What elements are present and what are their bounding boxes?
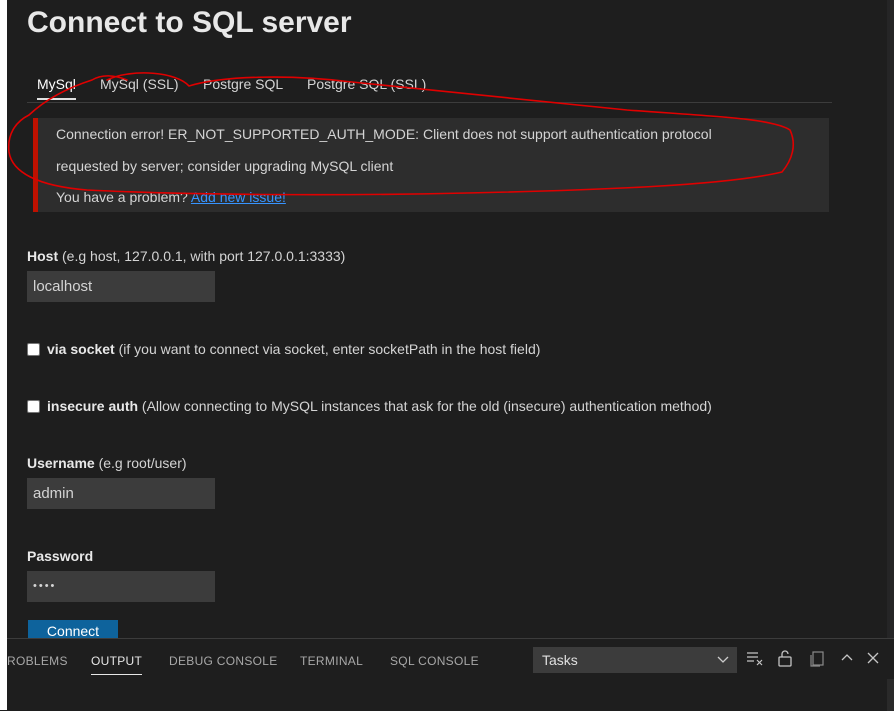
username-input[interactable]: admin [27,478,215,509]
username-label-text: Username [27,455,95,471]
insecure-auth-label: insecure auth (Allow connecting to MySQL… [47,398,712,414]
chevron-down-icon [717,647,729,682]
page-title: Connect to SQL server [27,6,352,39]
username-hint: (e.g root/user) [94,455,187,471]
tab-postgre-sql-ssl[interactable]: Postgre SQL (SSL) [307,76,426,98]
password-label-text: Password [27,548,94,564]
host-input[interactable]: localhost [27,271,215,302]
add-issue-link[interactable]: Add new issue! [191,189,286,205]
error-text-line2: requested by server; consider upgrading … [56,158,394,174]
bottom-panel: ROBLEMS OUTPUT DEBUG CONSOLE TERMINAL SQ… [7,638,894,711]
error-message-box: Connection error! ER_NOT_SUPPORTED_AUTH_… [33,118,829,212]
panel-tab-terminal[interactable]: TERMINAL [300,654,363,668]
insecure-auth-checkbox[interactable] [27,400,40,413]
clear-output-icon[interactable] [745,649,765,669]
connection-page: Connect to SQL server MySql MySql (SSL) … [7,0,887,638]
copy-icon[interactable] [807,649,827,669]
lock-icon[interactable] [775,649,795,669]
host-hint: (e.g host, 127.0.0.1, with port 127.0.0.… [58,248,346,264]
insecure-auth-hint: (Allow connecting to MySQL instances tha… [138,398,712,414]
chevron-up-icon[interactable] [837,649,857,669]
insecure-auth-label-text: insecure auth [47,398,139,414]
error-text-line1: Connection error! ER_NOT_SUPPORTED_AUTH_… [56,126,712,142]
panel-tab-problems[interactable]: ROBLEMS [7,654,68,668]
output-channel-value: Tasks [542,652,578,668]
db-type-tabs: MySql MySql (SSL) Postgre SQL Postgre SQ… [27,70,832,103]
host-label: Host (e.g host, 127.0.0.1, with port 127… [27,248,345,264]
via-socket-hint: (if you want to connect via socket, ente… [114,341,541,357]
left-window-edge [0,0,7,710]
tab-postgre-sql[interactable]: Postgre SQL [203,76,283,98]
close-icon[interactable] [863,649,883,669]
password-label: Password [27,548,93,564]
username-label: Username (e.g root/user) [27,455,187,471]
password-input[interactable]: •••• [27,571,215,602]
tab-mysql[interactable]: MySql [37,76,76,100]
via-socket-label: via socket (if you want to connect via s… [47,341,540,357]
problem-text: You have a problem? [56,189,191,205]
host-label-text: Host [27,248,59,264]
panel-tab-sql-console[interactable]: SQL CONSOLE [390,654,479,668]
panel-tab-output[interactable]: OUTPUT [91,654,143,675]
panel-tab-debug-console[interactable]: DEBUG CONSOLE [169,654,278,668]
via-socket-label-text: via socket [47,341,115,357]
vertical-scrollbar[interactable] [887,0,894,640]
tab-mysql-ssl[interactable]: MySql (SSL) [100,76,179,98]
output-channel-select[interactable]: Tasks [533,647,737,673]
problem-line: You have a problem? Add new issue! [56,189,286,205]
via-socket-checkbox[interactable] [27,343,40,356]
connect-button[interactable]: Connect [28,620,118,638]
panel-scrollbar[interactable] [887,679,894,711]
